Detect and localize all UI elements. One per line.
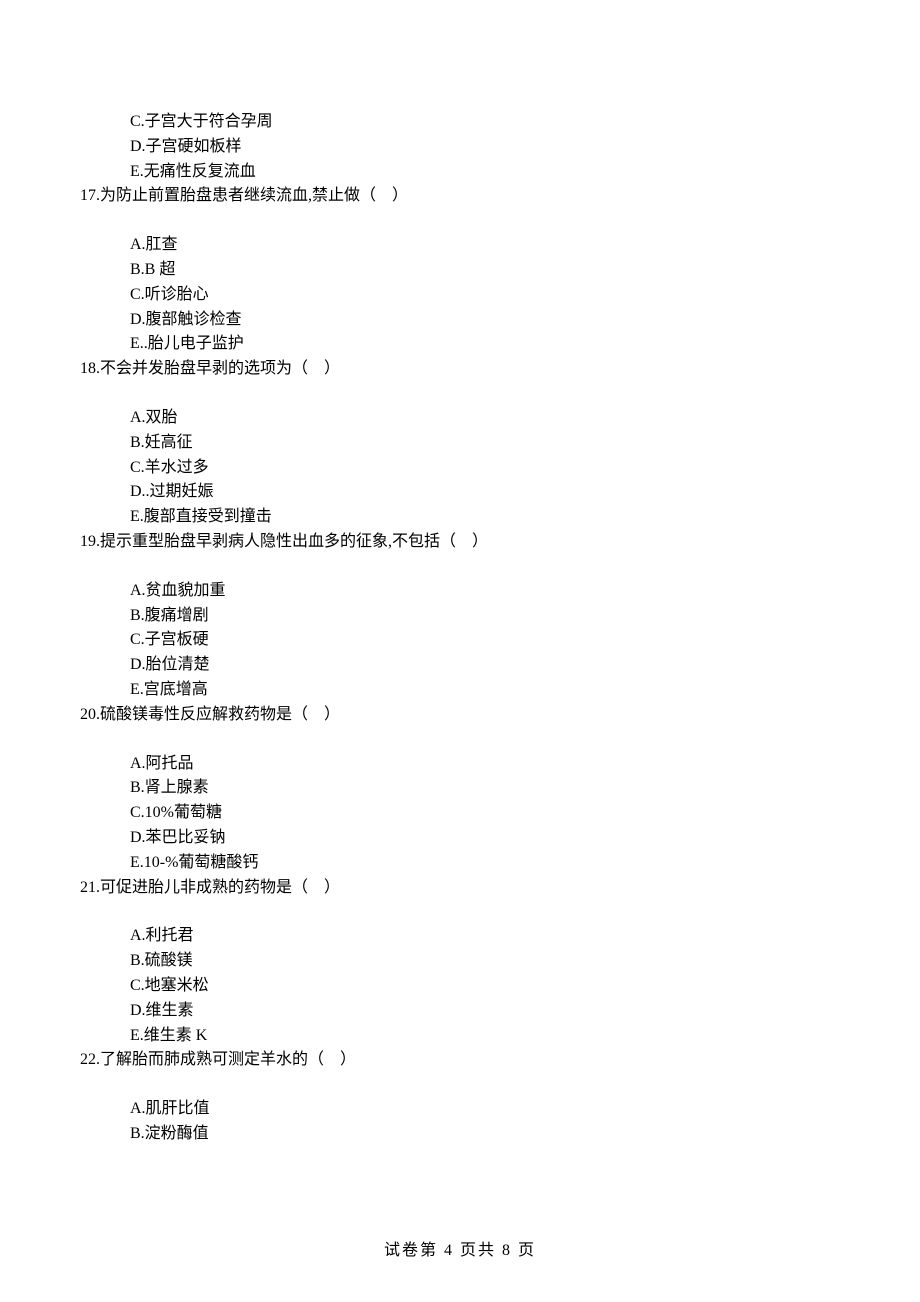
option-text: A.肛查 (102, 233, 840, 258)
option-text: A.双胎 (102, 406, 840, 431)
option-text: B.硫酸镁 (102, 949, 840, 974)
option-text: D.维生素 (102, 999, 840, 1024)
option-text: A.阿托品 (102, 752, 840, 777)
exam-content: C.子宫大于符合孕周 D.子宫硬如板样 E.无痛性反复流血 17.为防止前置胎盘… (102, 110, 840, 1147)
option-text: D.腹部触诊检查 (102, 308, 840, 333)
option-text: D..过期妊娠 (102, 480, 840, 505)
question-text: 19.提示重型胎盘早剥病人隐性出血多的征象,不包括（ ） (80, 530, 840, 555)
option-text: B.肾上腺素 (102, 776, 840, 801)
option-text: E.维生素 K (102, 1024, 840, 1049)
option-text: D.子宫硬如板样 (102, 135, 840, 160)
option-text: E.腹部直接受到撞击 (102, 505, 840, 530)
option-text: D.苯巴比妥钠 (102, 826, 840, 851)
question-text: 18.不会并发胎盘早剥的选项为（ ） (80, 357, 840, 382)
option-text: C.地塞米松 (102, 974, 840, 999)
option-text: C.听诊胎心 (102, 283, 840, 308)
option-text: E.无痛性反复流血 (102, 160, 840, 185)
option-text: A.肌肝比值 (102, 1097, 840, 1122)
option-text: A.利托君 (102, 924, 840, 949)
option-text: C.子宫板硬 (102, 628, 840, 653)
option-text: C.子宫大于符合孕周 (102, 110, 840, 135)
page-footer: 试卷第 4 页共 8 页 (0, 1239, 920, 1264)
option-text: B.B 超 (102, 258, 840, 283)
question-text: 20.硫酸镁毒性反应解救药物是（ ） (80, 703, 840, 728)
question-text: 17.为防止前置胎盘患者继续流血,禁止做（ ） (80, 184, 840, 209)
option-text: D.胎位清楚 (102, 653, 840, 678)
option-text: C.10%葡萄糖 (102, 801, 840, 826)
option-text: B.妊高征 (102, 431, 840, 456)
option-text: C.羊水过多 (102, 456, 840, 481)
question-text: 22.了解胎而肺成熟可测定羊水的（ ） (80, 1048, 840, 1073)
option-text: E.10-%葡萄糖酸钙 (102, 851, 840, 876)
option-text: B.淀粉酶值 (102, 1122, 840, 1147)
option-text: B.腹痛增剧 (102, 604, 840, 629)
question-text: 21.可促进胎儿非成熟的药物是（ ） (80, 876, 840, 901)
option-text: E.宫底增高 (102, 678, 840, 703)
option-text: A.贫血貌加重 (102, 579, 840, 604)
option-text: E..胎儿电子监护 (102, 332, 840, 357)
